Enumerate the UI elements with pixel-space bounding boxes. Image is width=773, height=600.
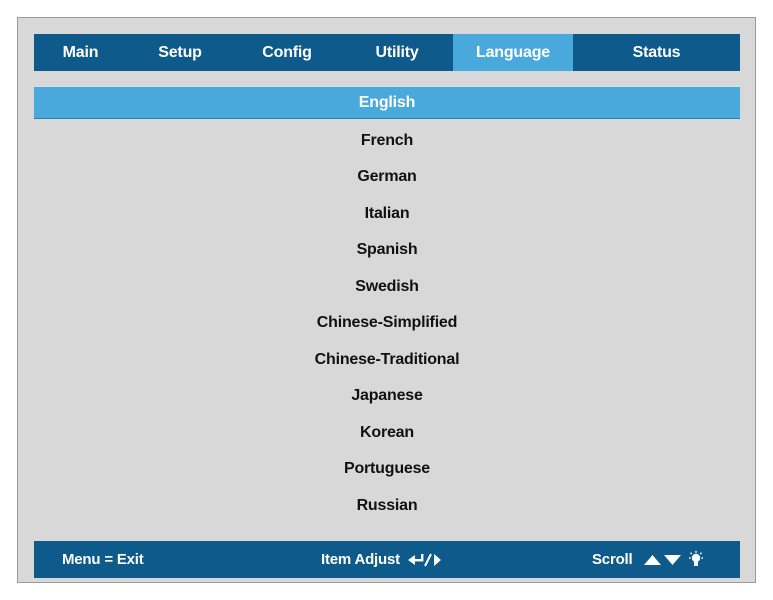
language-option-portuguese[interactable]: Portuguese [34, 451, 740, 488]
language-option-spanish[interactable]: Spanish [34, 232, 740, 269]
footer-hint-bar: Menu = Exit Item Adjust Scroll [34, 541, 740, 578]
menu-exit-hint: Menu = Exit [62, 541, 144, 578]
language-option-russian[interactable]: Russian [34, 488, 740, 525]
tab-setup[interactable]: Setup [127, 34, 233, 71]
tab-utility[interactable]: Utility [341, 34, 453, 71]
language-option-chinese-traditional[interactable]: Chinese-Traditional [34, 342, 740, 379]
scroll-label: Scroll [592, 551, 633, 568]
language-list: English French German Italian Spanish Sw… [34, 86, 740, 524]
tab-main[interactable]: Main [34, 34, 127, 71]
language-option-swedish[interactable]: Swedish [34, 269, 740, 306]
item-adjust-label: Item Adjust [321, 551, 400, 568]
tab-status[interactable]: Status [573, 34, 740, 71]
language-option-korean[interactable]: Korean [34, 415, 740, 452]
lamp-icon [688, 550, 704, 569]
language-option-german[interactable]: German [34, 159, 740, 196]
language-option-japanese[interactable]: Japanese [34, 378, 740, 415]
language-option-english[interactable]: English [34, 86, 740, 119]
language-option-french[interactable]: French [34, 123, 740, 160]
menu-tab-bar: Main Setup Config Utility Language Statu… [34, 34, 740, 71]
up-down-arrows-icon [644, 553, 682, 567]
menu-exit-label: Menu = Exit [62, 551, 144, 568]
tab-config[interactable]: Config [233, 34, 341, 71]
language-option-italian[interactable]: Italian [34, 196, 740, 233]
scroll-hint: Scroll [592, 541, 704, 578]
enter-right-arrow-icon [407, 552, 442, 568]
item-adjust-hint: Item Adjust [321, 541, 442, 578]
language-option-chinese-simplified[interactable]: Chinese-Simplified [34, 305, 740, 342]
tab-language[interactable]: Language [453, 34, 573, 71]
